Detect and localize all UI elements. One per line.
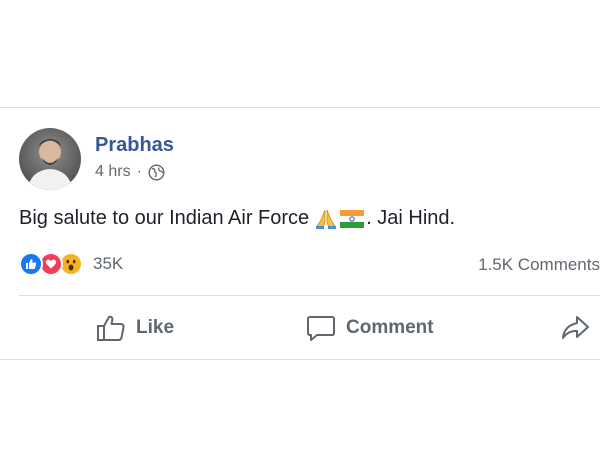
post-text-main: Big salute to our Indian Air Force bbox=[19, 207, 310, 229]
share-button[interactable] bbox=[560, 310, 590, 346]
reaction-count[interactable]: 35K bbox=[93, 254, 123, 274]
meta-separator: · bbox=[136, 163, 142, 180]
avatar[interactable] bbox=[19, 128, 81, 190]
comment-label: Comment bbox=[346, 317, 434, 338]
india-flag-icon bbox=[340, 209, 365, 228]
reaction-summary[interactable]: 35K bbox=[19, 252, 123, 276]
like-label: Like bbox=[136, 317, 175, 338]
post-text-end: . Jai Hind. bbox=[366, 207, 456, 229]
share-arrow-icon bbox=[560, 314, 590, 342]
comment-bubble-icon bbox=[306, 314, 336, 342]
comments-count[interactable]: 1.5K Comments bbox=[478, 255, 600, 275]
divider bbox=[19, 295, 600, 296]
globe-icon[interactable] bbox=[148, 163, 165, 181]
post-meta: 4 hrs · bbox=[95, 163, 165, 181]
author-name[interactable]: Prabhas bbox=[95, 134, 174, 157]
folded-hands-icon bbox=[314, 208, 338, 230]
post-card: Prabhas 4 hrs · Big salute to our Indian… bbox=[0, 107, 600, 360]
like-reaction-icon bbox=[19, 252, 43, 276]
thumbs-up-icon bbox=[96, 314, 126, 342]
post-time[interactable]: 4 hrs bbox=[95, 163, 131, 181]
comment-button[interactable]: Comment bbox=[306, 310, 434, 346]
post-text: Big salute to our Indian Air Force . Jai… bbox=[19, 207, 455, 230]
like-button[interactable]: Like bbox=[96, 310, 174, 346]
